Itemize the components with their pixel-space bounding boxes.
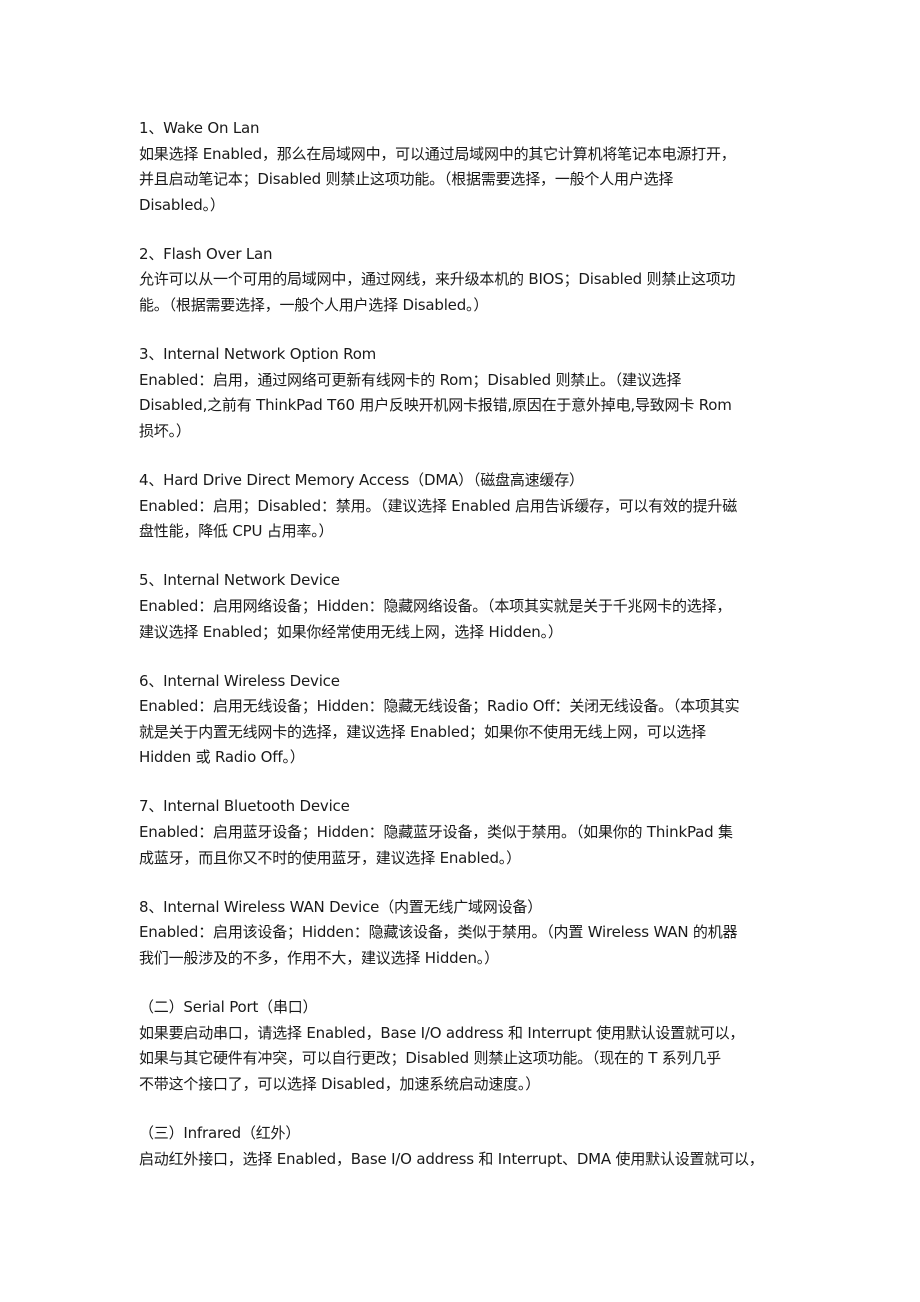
document-page: 1、Wake On Lan 如果选择 Enabled，那么在局域网中，可以通过局… bbox=[139, 116, 784, 1196]
paragraph-line: 如果与其它硬件有冲突，可以自行更改；Disabled 则禁止这项功能。（现在的 … bbox=[139, 1049, 721, 1068]
section-heading: 5、Internal Network Device bbox=[139, 571, 340, 590]
paragraph-line: 能。（根据需要选择，一般个人用户选择 Disabled。） bbox=[139, 296, 489, 315]
paragraph-line: 就是关于内置无线网卡的选择，建议选择 Enabled；如果你不使用无线上网，可以… bbox=[139, 722, 706, 741]
paragraph-line: 我们一般涉及的不多，作用不大，建议选择 Hidden。） bbox=[139, 948, 499, 967]
paragraph-line: 不带这个接口了，可以选择 Disabled，加速系统启动速度。） bbox=[139, 1074, 541, 1093]
section-flash-over-lan: 2、Flash Over Lan 允许可以从一个可用的局域网中，通过网线，来升级… bbox=[139, 242, 784, 319]
section-serial-port: （二）Serial Port（串口） 如果要启动串口，请选择 Enabled，B… bbox=[139, 995, 784, 1097]
section-internal-network-option-rom: 3、Internal Network Option Rom Enabled：启用… bbox=[139, 342, 784, 444]
paragraph-line: Enabled：启用该设备；Hidden：隐藏该设备，类似于禁用。（内置 Wir… bbox=[139, 923, 738, 942]
paragraph-line: 允许可以从一个可用的局域网中，通过网线，来升级本机的 BIOS；Disabled… bbox=[139, 270, 736, 289]
paragraph-line: 成蓝牙，而且你又不时的使用蓝牙，建议选择 Enabled。） bbox=[139, 848, 521, 867]
section-heading: 2、Flash Over Lan bbox=[139, 244, 273, 263]
section-heading: （二）Serial Port（串口） bbox=[139, 998, 318, 1017]
paragraph-line: Enabled：启用；Disabled：禁用。（建议选择 Enabled 启用告… bbox=[139, 496, 738, 515]
section-heading: 4、Hard Drive Direct Memory Access（DMA）（磁… bbox=[139, 471, 584, 490]
paragraph-line: Disabled。） bbox=[139, 195, 225, 214]
paragraph-line: 并且启动笔记本；Disabled 则禁止这项功能。（根据需要选择，一般个人用户选… bbox=[139, 170, 674, 189]
section-wake-on-lan: 1、Wake On Lan 如果选择 Enabled，那么在局域网中，可以通过局… bbox=[139, 116, 784, 218]
paragraph-line: 建议选择 Enabled；如果你经常使用无线上网，选择 Hidden。） bbox=[139, 622, 563, 641]
section-internal-bluetooth-device: 7、Internal Bluetooth Device Enabled：启用蓝牙… bbox=[139, 794, 784, 871]
section-internal-wireless-device: 6、Internal Wireless Device Enabled：启用无线设… bbox=[139, 669, 784, 771]
section-heading: 7、Internal Bluetooth Device bbox=[139, 797, 350, 816]
paragraph-line: Enabled：启用网络设备；Hidden：隐藏网络设备。（本项其实就是关于千兆… bbox=[139, 596, 732, 615]
section-heading: 8、Internal Wireless WAN Device（内置无线广域网设备… bbox=[139, 897, 543, 916]
paragraph-line: 盘性能，降低 CPU 占用率。） bbox=[139, 522, 334, 541]
paragraph-line: Enabled：启用蓝牙设备；Hidden：隐藏蓝牙设备，类似于禁用。（如果你的… bbox=[139, 823, 733, 842]
paragraph-line: Enabled：启用，通过网络可更新有线网卡的 Rom；Disabled 则禁止… bbox=[139, 370, 682, 389]
section-heading: 1、Wake On Lan bbox=[139, 119, 260, 137]
paragraph-line: Enabled：启用无线设备；Hidden：隐藏无线设备；Radio Off：关… bbox=[139, 697, 740, 716]
section-internal-wireless-wan-device: 8、Internal Wireless WAN Device（内置无线广域网设备… bbox=[139, 895, 784, 972]
section-hard-drive-dma: 4、Hard Drive Direct Memory Access（DMA）（磁… bbox=[139, 468, 784, 545]
paragraph-line: 如果要启动串口，请选择 Enabled，Base I/O address 和 I… bbox=[139, 1023, 745, 1042]
paragraph-line: 如果选择 Enabled，那么在局域网中，可以通过局域网中的其它计算机将笔记本电… bbox=[139, 144, 736, 163]
paragraph-line: Disabled,之前有 ThinkPad T60 用户反映开机网卡报错,原因在… bbox=[139, 396, 732, 415]
paragraph-line: Hidden 或 Radio Off。） bbox=[139, 748, 305, 767]
section-infrared: （三）Infrared（红外） 启动红外接口，选择 Enabled，Base I… bbox=[139, 1121, 784, 1172]
paragraph-line: 损坏。） bbox=[139, 421, 191, 440]
section-heading: 3、Internal Network Option Rom bbox=[139, 345, 377, 364]
section-heading: （三）Infrared（红外） bbox=[139, 1123, 301, 1142]
paragraph-line: 启动红外接口，选择 Enabled，Base I/O address 和 Int… bbox=[139, 1149, 764, 1168]
section-internal-network-device: 5、Internal Network Device Enabled：启用网络设备… bbox=[139, 568, 784, 645]
section-heading: 6、Internal Wireless Device bbox=[139, 671, 340, 690]
